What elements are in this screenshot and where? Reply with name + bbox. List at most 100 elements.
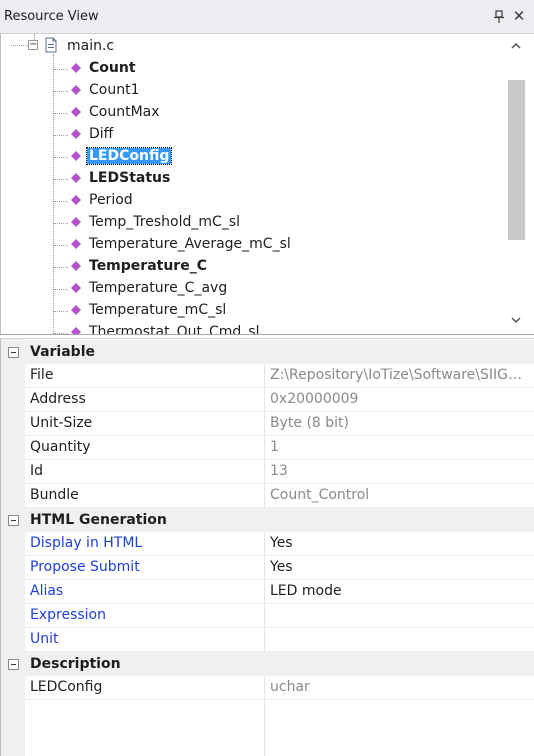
property-category[interactable]: Description (1, 652, 534, 676)
variable-diamond-icon (71, 239, 81, 249)
property-row[interactable]: Expression (1, 604, 534, 628)
tree-item-label[interactable]: LEDStatus (87, 170, 172, 186)
property-value[interactable]: Yes (270, 559, 528, 575)
property-name: Address (30, 391, 86, 407)
tree-item-label[interactable]: Temp_Treshold_mC_sl (87, 214, 242, 230)
tree-scrollbar[interactable] (506, 34, 526, 334)
property-name: Propose Submit (30, 559, 140, 575)
tree-item[interactable]: CountMax (54, 102, 474, 124)
property-row[interactable]: Unit (1, 628, 534, 652)
tree-guide-line (54, 69, 68, 70)
property-category[interactable]: Variable (1, 340, 534, 364)
tree-item[interactable]: Count (54, 58, 474, 80)
property-row[interactable]: Quantity 1 (1, 436, 534, 460)
category-label: Variable (30, 344, 95, 360)
property-row[interactable]: Id 13 (1, 460, 534, 484)
tree-item[interactable]: Temperature_mC_sl (54, 300, 474, 322)
tree-item-label[interactable]: Temperature_mC_sl (87, 302, 228, 318)
column-divider (264, 699, 265, 756)
property-row[interactable]: Bundle Count_Control (1, 484, 534, 508)
variable-diamond-icon (71, 283, 81, 293)
close-icon[interactable]: ✕ (512, 8, 526, 24)
tree-guide-line (11, 45, 28, 46)
variable-diamond-icon (71, 129, 81, 139)
collapse-icon[interactable] (8, 659, 19, 670)
property-row[interactable]: Propose Submit Yes (1, 556, 534, 580)
column-divider (264, 484, 265, 508)
variable-diamond-icon (71, 327, 81, 334)
variable-diamond-icon (71, 107, 81, 117)
pin-icon[interactable] (493, 10, 505, 24)
tree-guide-line (54, 289, 68, 290)
tree-item[interactable]: Period (54, 190, 474, 212)
scrollbar-thumb[interactable] (508, 80, 525, 240)
column-divider (264, 388, 265, 412)
tree-item[interactable]: LEDConfig (54, 146, 474, 168)
property-value: Count_Control (270, 487, 370, 503)
tree-item-label[interactable]: LEDConfig (85, 147, 173, 165)
column-divider (264, 364, 265, 388)
tree-guide-line (54, 267, 68, 268)
property-value: 1 (270, 439, 279, 455)
property-name: Display in HTML (30, 535, 143, 551)
category-label: Description (30, 656, 121, 672)
property-row[interactable]: Unit-Size Byte (8 bit) (1, 412, 534, 436)
variable-diamond-icon (71, 261, 81, 271)
variable-diamond-icon (71, 217, 81, 227)
tree-item-label[interactable]: Diff (87, 126, 115, 142)
property-value[interactable]: Yes (270, 535, 528, 551)
collapse-icon[interactable] (8, 515, 19, 526)
property-name: Id (30, 463, 44, 479)
tree-guide-line (54, 157, 68, 158)
tree-item[interactable]: Thermostat_Out_Cmd_sl (54, 322, 474, 334)
column-divider (264, 628, 265, 652)
tree-item-label[interactable]: Temperature_C_avg (87, 280, 229, 296)
property-value: Z:\Repository\IoTize\Software\SIIGe... (270, 367, 528, 383)
tree-item-label[interactable]: Period (87, 192, 135, 208)
tree-item-label[interactable]: Temperature_Average_mC_sl (87, 236, 293, 252)
variable-diamond-icon (71, 195, 81, 205)
tree-item-label[interactable]: Count1 (87, 82, 141, 98)
tree-item[interactable]: LEDStatus (54, 168, 474, 190)
scroll-down-icon[interactable] (506, 312, 526, 330)
tree-guide-line (54, 91, 68, 92)
collapse-icon[interactable] (8, 347, 19, 358)
tree-item[interactable]: Temperature_Average_mC_sl (54, 234, 474, 256)
file-icon (43, 37, 59, 53)
tree-guide-line (54, 223, 68, 224)
tree-file-label[interactable]: main.c (67, 38, 114, 54)
column-divider (264, 532, 265, 556)
column-divider (264, 556, 265, 580)
panel-title: Resource View (4, 9, 99, 24)
tree-item-label[interactable]: Count (87, 60, 138, 76)
property-row[interactable]: Alias LED mode (1, 580, 534, 604)
property-row[interactable]: LEDConfig uchar (1, 676, 534, 700)
property-category[interactable]: HTML Generation (1, 508, 534, 532)
tree-item[interactable]: Count1 (54, 80, 474, 102)
variable-diamond-icon (71, 63, 81, 73)
tree-item[interactable]: Diff (54, 124, 474, 146)
property-value: 0x20000009 (270, 391, 359, 407)
tree-item-label[interactable]: Thermostat_Out_Cmd_sl (87, 324, 261, 334)
tree-item[interactable]: Temp_Treshold_mC_sl (54, 212, 474, 234)
property-value: uchar (270, 679, 310, 695)
tree-item[interactable]: Temperature_C_avg (54, 278, 474, 300)
property-row[interactable]: File Z:\Repository\IoTize\Software\SIIGe.… (1, 364, 534, 388)
resource-tree[interactable]: − main.c Count Count1 CountMax Diff LEDConfi… (0, 34, 534, 334)
property-row[interactable]: Address 0x20000009 (1, 388, 534, 412)
tree-item[interactable]: Temperature_C (54, 256, 474, 278)
tree-item-label[interactable]: CountMax (87, 104, 162, 120)
column-divider (264, 580, 265, 604)
property-row[interactable]: Display in HTML Yes (1, 532, 534, 556)
property-name: File (30, 367, 54, 383)
column-divider (264, 436, 265, 460)
property-value[interactable]: LED mode (270, 583, 528, 599)
scroll-up-icon[interactable] (506, 38, 526, 56)
tree-item-label[interactable]: Temperature_C (87, 258, 209, 274)
column-divider (264, 460, 265, 484)
property-value: Byte (8 bit) (270, 415, 349, 431)
tree-guide-line (54, 135, 68, 136)
collapse-icon[interactable]: − (28, 40, 38, 50)
variable-diamond-icon (71, 305, 81, 315)
column-divider (264, 604, 265, 628)
